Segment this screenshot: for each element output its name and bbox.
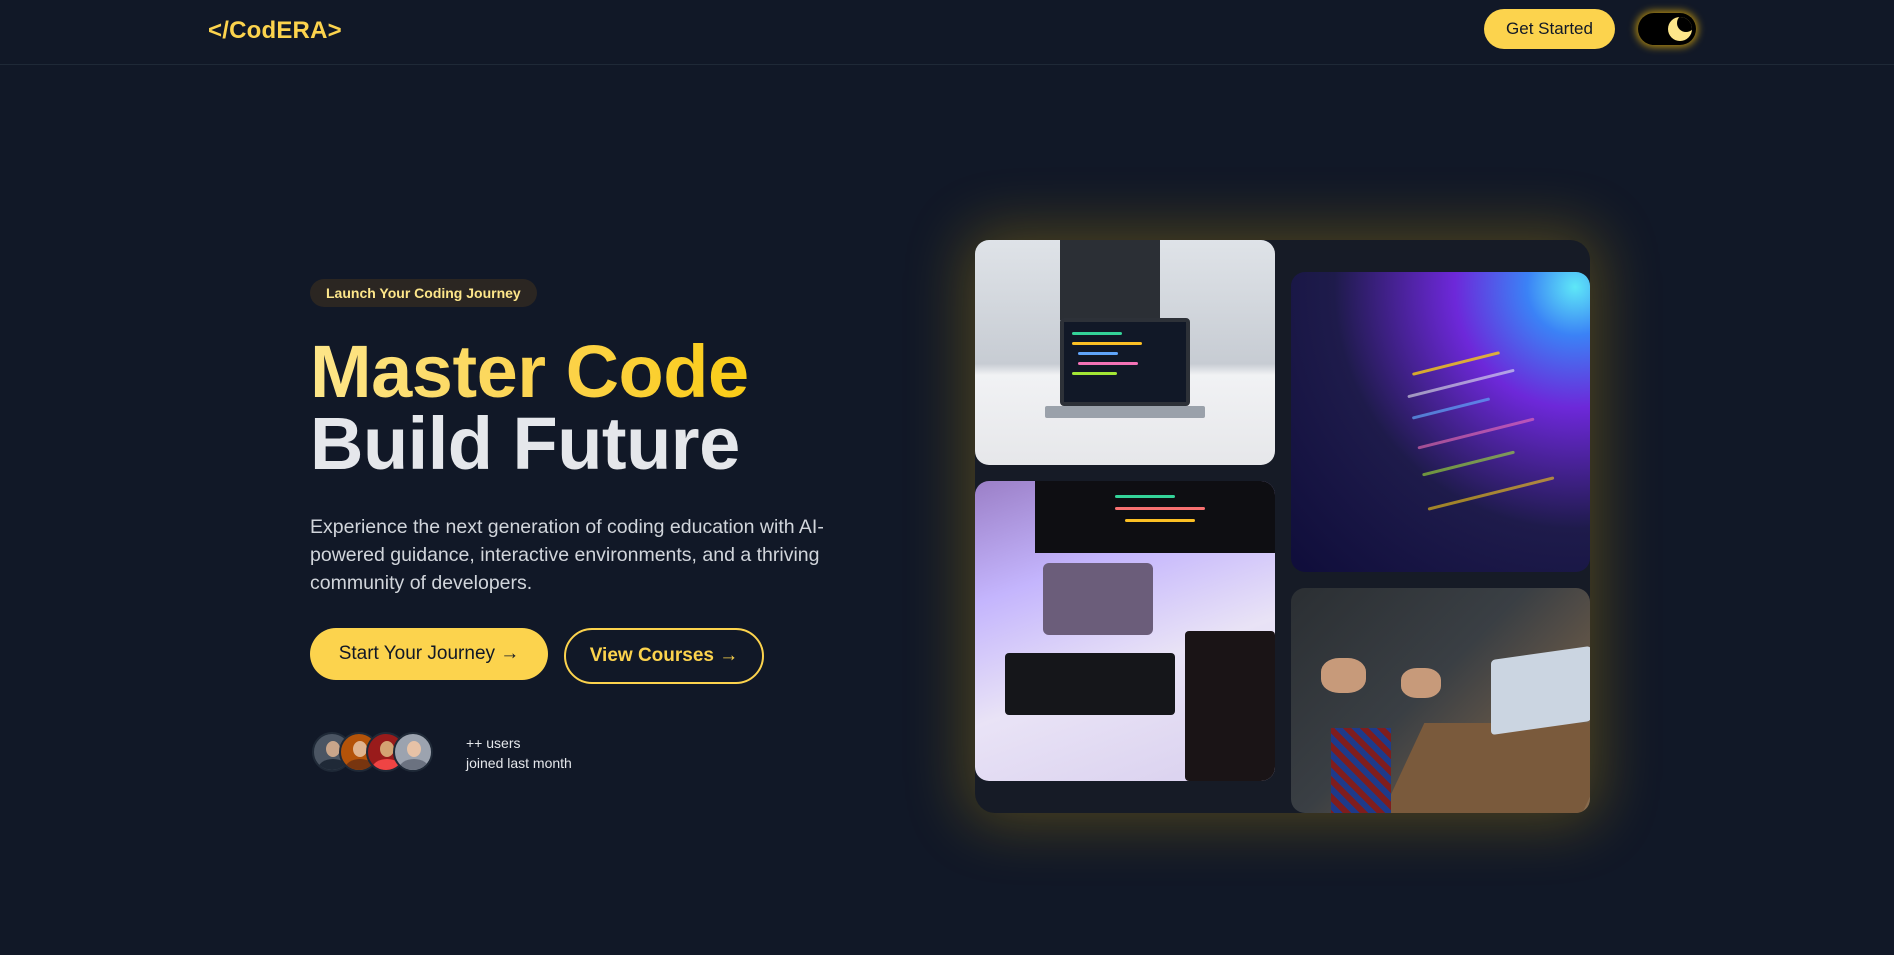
avatar [393, 732, 433, 772]
hero-badge: Launch Your Coding Journey [310, 279, 537, 307]
moon-icon [1668, 17, 1692, 41]
hero-title-line1: Master Code [310, 330, 749, 413]
users-caption: joined last month [466, 755, 572, 771]
view-courses-button[interactable]: View Courses → [564, 628, 764, 684]
hero-subtitle: Experience the next generation of coding… [310, 516, 824, 594]
code-on-screen-photo [1291, 272, 1590, 572]
logo[interactable]: </CodERA> [208, 17, 342, 45]
theme-toggle[interactable] [1638, 13, 1696, 45]
laptop-on-desk-photo [975, 240, 1275, 465]
team-meeting-photo [1291, 588, 1590, 813]
hero-title-line2: Build Future [310, 402, 740, 485]
get-started-button[interactable]: Get Started [1484, 9, 1615, 49]
users-joined-text: ++ users joined last month [466, 733, 572, 773]
purple-desk-setup-photo [975, 481, 1275, 781]
top-navbar: </CodERA> Get Started [0, 0, 1894, 65]
users-count: ++ users [466, 735, 521, 751]
hero-title: Master Code Build Future [310, 335, 749, 485]
start-journey-button[interactable]: Start Your Journey → [310, 628, 548, 680]
